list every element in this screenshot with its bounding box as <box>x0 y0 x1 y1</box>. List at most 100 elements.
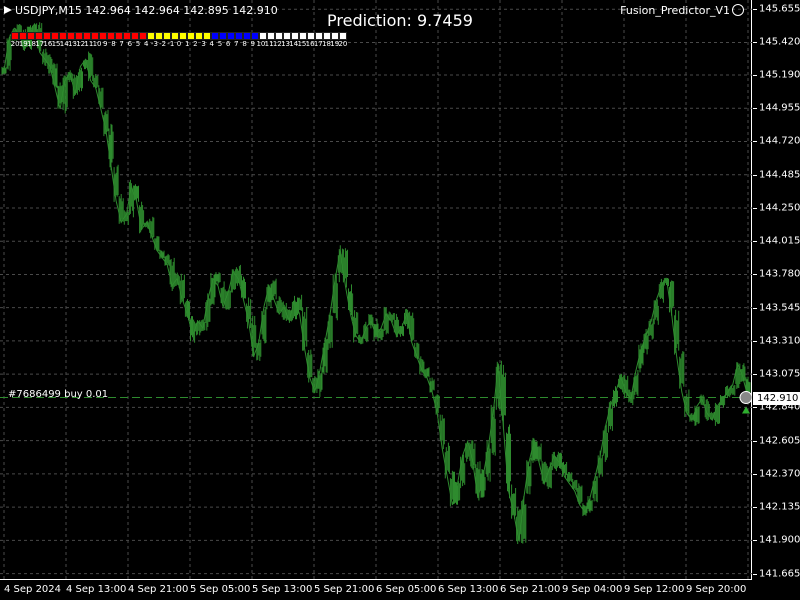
heat-cell <box>67 32 75 40</box>
time-tick-label: 9 Sep 04:00 <box>562 584 623 595</box>
heat-cell <box>99 32 107 40</box>
heat-label: -1 <box>167 40 175 48</box>
price-tick-label: 142.135 <box>759 501 800 513</box>
indicator-name-text: Fusion_Predictor_V1 <box>620 4 730 17</box>
price-tick-mark <box>753 374 757 376</box>
heat-label: 3 <box>201 40 206 48</box>
time-tick-label: 5 Sep 21:00 <box>314 584 375 595</box>
heat-label: 10 <box>92 40 102 48</box>
heat-label: 2 <box>193 40 198 48</box>
heat-cell <box>323 32 331 40</box>
heat-cell <box>147 32 155 40</box>
play-icon <box>4 6 12 14</box>
heat-cell <box>131 32 139 40</box>
price-tick-mark <box>753 407 757 409</box>
price-tick-label: 141.665 <box>759 568 800 580</box>
heat-cell <box>251 32 259 40</box>
price-chart[interactable] <box>0 0 752 580</box>
price-tick-mark <box>753 108 757 110</box>
buy-arrow-icon <box>742 406 750 414</box>
heat-cell <box>171 32 179 40</box>
indicator-name[interactable]: Fusion_Predictor_V1 <box>620 4 744 17</box>
price-tick-mark <box>753 540 757 542</box>
heat-cell <box>83 32 91 40</box>
price-tick-label: 141.900 <box>759 534 800 546</box>
price-tick-label: 143.780 <box>759 268 800 280</box>
heat-label: 20 <box>338 40 348 48</box>
heat-cell <box>19 32 27 40</box>
price-tick-mark <box>753 473 757 475</box>
current-price-tag: 142.910 <box>753 391 800 405</box>
price-tick-label: 144.955 <box>759 102 800 114</box>
heat-labels: 20 19 18 17 16 15 14 13 12 11 10 9 8 7 6 5 4 -3 -2 -1 0 1 2 3 4 5… <box>11 40 348 50</box>
time-tick-label: 4 Sep 2024 <box>4 584 62 595</box>
heat-label: -3 <box>150 40 158 48</box>
heat-cell <box>195 32 203 40</box>
heat-cell <box>163 32 171 40</box>
time-tick-label: 9 Sep 12:00 <box>624 584 685 595</box>
price-tick-label: 142.370 <box>759 468 800 480</box>
price-tick-mark <box>753 207 757 209</box>
heat-label: 4 <box>143 40 149 48</box>
heat-cell <box>115 32 123 40</box>
heat-strip: 20 19 18 17 16 15 14 13 12 11 10 9 8 7 6 5 4 -3 -2 -1 0 1 2 3 4 5… <box>11 32 347 50</box>
price-tick-label: 144.720 <box>759 135 800 147</box>
heat-cell <box>331 32 339 40</box>
price-tick-label: 142.605 <box>759 435 800 447</box>
price-tick-label: 144.015 <box>759 235 800 247</box>
heat-cell <box>291 32 299 40</box>
prediction-label: Prediction: 9.7459 <box>327 11 473 30</box>
time-tick-label: 4 Sep 21:00 <box>128 584 189 595</box>
heat-cell <box>107 32 115 40</box>
heat-cell <box>211 32 219 40</box>
heat-label: 8 <box>242 40 247 48</box>
price-tick-mark <box>753 274 757 276</box>
price-tick-label: 145.655 <box>759 3 800 15</box>
heat-cell <box>275 32 283 40</box>
heat-cell <box>227 32 235 40</box>
heat-cell <box>219 32 227 40</box>
heat-cell <box>267 32 275 40</box>
heat-label: 9 <box>103 40 108 48</box>
heat-cell <box>339 32 347 40</box>
heat-label: -2 <box>159 40 167 48</box>
time-axis[interactable]: 4 Sep 2024 4 Sep 13:00 4 Sep 21:00 5 Sep 05… <box>0 581 752 600</box>
heat-cell <box>283 32 291 40</box>
price-tick-mark <box>753 141 757 143</box>
heat-cell <box>43 32 51 40</box>
price-axis[interactable]: 145.655 145.420 145.190 144.955 144.720 144.4… <box>753 0 800 580</box>
price-tick-mark <box>753 9 757 11</box>
heat-cell <box>123 32 131 40</box>
order-marker-icon[interactable] <box>739 391 752 405</box>
heat-label: 6 <box>127 40 133 48</box>
heat-label: 8 <box>111 40 116 48</box>
symbol-info: USDJPY,M15 142.964 142.964 142.895 142.9… <box>4 4 278 17</box>
heat-cell <box>235 32 243 40</box>
price-tick-mark <box>753 74 757 76</box>
price-tick-mark <box>753 42 757 44</box>
price-tick-mark <box>753 174 757 176</box>
time-tick-label: 9 Sep 20:00 <box>686 584 747 595</box>
heat-label: 7 <box>234 40 239 48</box>
symbol-info-text: USDJPY,M15 142.964 142.964 142.895 142.9… <box>15 4 278 17</box>
heat-cell <box>243 32 251 40</box>
heat-label: 6 <box>225 40 231 48</box>
time-tick-label: 5 Sep 05:00 <box>190 584 251 595</box>
time-tick-label: 6 Sep 13:00 <box>438 584 499 595</box>
price-tick-label: 143.545 <box>759 302 800 314</box>
chart-area[interactable] <box>0 0 752 580</box>
heat-cell <box>315 32 323 40</box>
heat-cell <box>59 32 67 40</box>
price-tick-mark <box>753 340 757 342</box>
price-tick-label: 144.485 <box>759 169 800 181</box>
heat-cell <box>299 32 307 40</box>
price-tick-mark <box>753 440 757 442</box>
heat-cell <box>259 32 267 40</box>
time-tick-label: 5 Sep 13:00 <box>252 584 313 595</box>
smiley-icon <box>732 4 744 16</box>
order-label[interactable]: #7686499 buy 0.01 <box>8 389 108 400</box>
heat-cell <box>139 32 147 40</box>
heat-label: 5 <box>217 40 223 48</box>
time-tick-label: 6 Sep 05:00 <box>376 584 437 595</box>
price-tick-label: 143.310 <box>759 335 800 347</box>
